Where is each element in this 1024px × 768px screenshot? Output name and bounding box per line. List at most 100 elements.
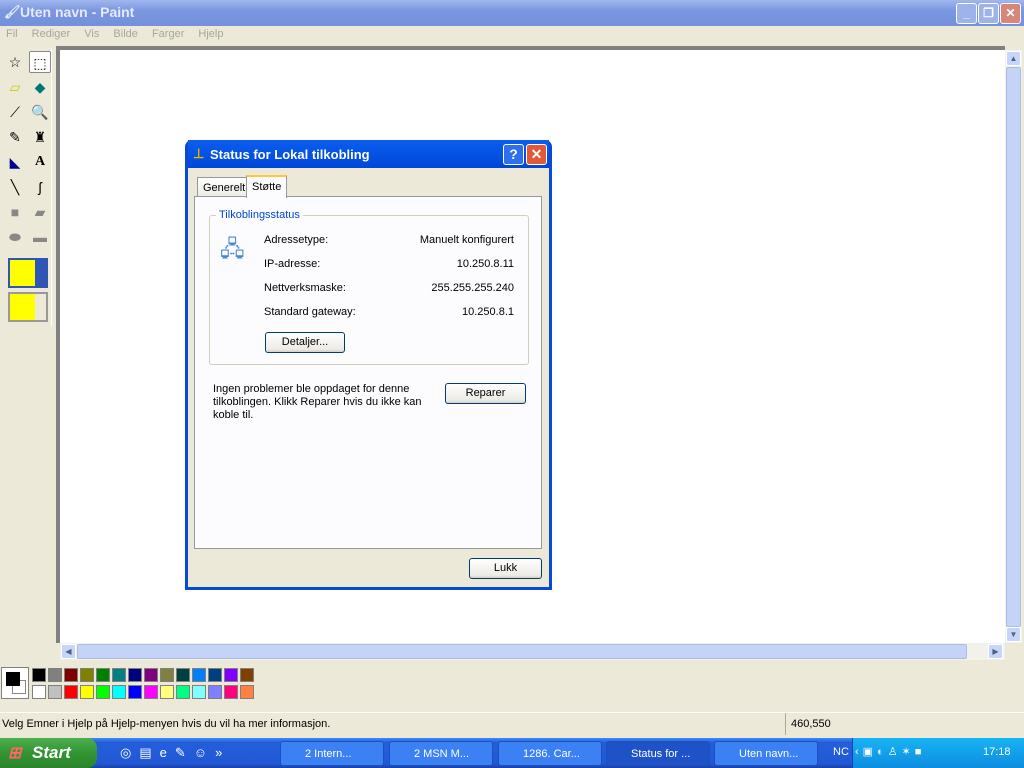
tray-nc[interactable]: NC: [833, 746, 849, 758]
task-paint[interactable]: Uten navn...: [714, 741, 818, 766]
address-type-value: Manuelt konfigurert: [419, 234, 514, 246]
gateway-label: Standard gateway:: [264, 306, 356, 318]
app-icon[interactable]: ✎: [175, 745, 194, 760]
vertical-scrollbar[interactable]: ▲ ▼: [1005, 50, 1022, 643]
status-bar: Velg Emner i Hjelp på Hjelp-menyen hvis …: [0, 712, 1024, 736]
color-swatch[interactable]: [64, 668, 78, 682]
start-button[interactable]: ⊞ Start: [0, 738, 97, 768]
quick-launch[interactable]: ◎▤e✎☺»: [120, 745, 230, 761]
color-palette: [0, 664, 260, 706]
tab-stotte[interactable]: Støtte: [246, 175, 288, 198]
details-button[interactable]: Detaljer...: [265, 332, 345, 353]
fill-icon[interactable]: ◆: [29, 76, 51, 98]
close-button[interactable]: ✕: [1000, 3, 1021, 24]
color-swatch[interactable]: [240, 668, 254, 682]
select-icon[interactable]: ⬚: [29, 51, 51, 73]
color-swatch[interactable]: [144, 685, 158, 699]
dialog-title: Status for Lokal tilkobling: [210, 147, 370, 162]
transparent-option-icon[interactable]: [8, 292, 48, 322]
color-swatch[interactable]: [128, 685, 142, 699]
support-panel: Tilkoblingsstatus 🖧 Adressetype: Manuelt…: [194, 196, 542, 549]
color-swatch[interactable]: [128, 668, 142, 682]
airbrush-icon[interactable]: ◣: [4, 151, 26, 173]
pick-color-icon[interactable]: ⟋: [4, 101, 26, 123]
color-swatch[interactable]: [224, 668, 238, 682]
close-dialog-button[interactable]: Lukk: [469, 558, 542, 579]
horizontal-scrollbar[interactable]: ◀ ▶: [60, 643, 1005, 660]
free-form-select-icon[interactable]: ☆: [4, 51, 26, 73]
color-swatch[interactable]: [240, 685, 254, 699]
color-swatch[interactable]: [80, 685, 94, 699]
color-swatch[interactable]: [96, 668, 110, 682]
tray-icons[interactable]: ‹▣◐♙✶■: [855, 745, 925, 758]
diagnosis-message: Ingen problemer ble oppdaget for denne t…: [213, 383, 422, 421]
color-swatch[interactable]: [96, 685, 110, 699]
help-button[interactable]: ?: [503, 144, 524, 165]
ellipse-icon[interactable]: ⬬: [4, 226, 26, 248]
menu-rediger[interactable]: Rediger: [32, 28, 71, 40]
minimize-button[interactable]: _: [956, 3, 977, 24]
brush-icon[interactable]: ♜: [29, 126, 51, 148]
task-car[interactable]: 1286. Car...: [498, 741, 602, 766]
polygon-icon[interactable]: ▰: [29, 201, 51, 223]
outlook-icon[interactable]: ▤: [139, 745, 159, 760]
color-swatch[interactable]: [80, 668, 94, 682]
pencil-icon[interactable]: ✎: [4, 126, 26, 148]
scroll-left-icon[interactable]: ◀: [61, 644, 76, 659]
vertical-scroll-thumb[interactable]: [1006, 67, 1021, 627]
scroll-right-icon[interactable]: ▶: [988, 644, 1003, 659]
color-swatch[interactable]: [192, 668, 206, 682]
toolbox: ☆ ⬚ ▱ ◆ ⟋ 🔍 ✎ ♜ ◣ A ╲ ʃ ■ ▰ ⬬ ▬: [2, 48, 52, 326]
tab-generelt[interactable]: Generelt: [197, 177, 252, 197]
magnifier-icon[interactable]: 🔍: [29, 101, 51, 123]
desktop-icon[interactable]: ◎: [120, 745, 139, 760]
task-msn[interactable]: 2 MSN M...: [389, 741, 493, 766]
color-swatch[interactable]: [192, 685, 206, 699]
status-dialog: ⊥ Status for Lokal tilkobling ? ✕ Genere…: [185, 140, 552, 590]
more-icon[interactable]: »: [215, 745, 230, 760]
windows-logo-icon: ⊞: [8, 745, 22, 762]
horizontal-scroll-thumb[interactable]: [77, 644, 967, 659]
color-swatch[interactable]: [224, 685, 238, 699]
color-swatch[interactable]: [176, 668, 190, 682]
msn-icon[interactable]: ☺: [194, 745, 215, 760]
menu-bilde[interactable]: Bilde: [113, 28, 137, 40]
repair-button[interactable]: Reparer: [445, 383, 526, 404]
rectangle-icon[interactable]: ■: [4, 201, 26, 223]
menu-fil[interactable]: Fil: [6, 28, 18, 40]
rounded-rectangle-icon[interactable]: ▬: [29, 226, 51, 248]
color-swatch[interactable]: [160, 668, 174, 682]
scroll-up-icon[interactable]: ▲: [1006, 51, 1021, 66]
foreground-color: [6, 672, 20, 686]
color-swatch[interactable]: [144, 668, 158, 682]
color-swatch[interactable]: [48, 685, 62, 699]
menu-hjelp[interactable]: Hjelp: [198, 28, 223, 40]
color-swatch[interactable]: [176, 685, 190, 699]
line-icon[interactable]: ╲: [4, 176, 26, 198]
color-swatch[interactable]: [112, 685, 126, 699]
subnet-mask-label: Nettverksmaske:: [264, 282, 346, 294]
color-swatch[interactable]: [208, 685, 222, 699]
menu-vis[interactable]: Vis: [84, 28, 99, 40]
paint-title-bar: 🖌 Uten navn - Paint: [0, 0, 1024, 26]
color-swatch[interactable]: [48, 668, 62, 682]
dialog-close-button[interactable]: ✕: [526, 144, 547, 165]
window-title: Uten navn - Paint: [20, 4, 135, 20]
restore-button[interactable]: ❐: [978, 3, 999, 24]
eraser-icon[interactable]: ▱: [4, 76, 26, 98]
color-swatch[interactable]: [64, 685, 78, 699]
color-swatch[interactable]: [32, 668, 46, 682]
subnet-mask-value: 255.255.255.240: [431, 282, 514, 294]
color-swatch[interactable]: [160, 685, 174, 699]
color-swatch[interactable]: [32, 685, 46, 699]
scroll-down-icon[interactable]: ▼: [1006, 627, 1021, 642]
task-internet[interactable]: 2 Intern...: [280, 741, 384, 766]
task-status[interactable]: Status for ...: [606, 741, 710, 766]
ie-icon[interactable]: e: [160, 745, 175, 760]
text-icon[interactable]: A: [29, 151, 51, 173]
curve-icon[interactable]: ʃ: [29, 176, 51, 198]
color-swatch[interactable]: [208, 668, 222, 682]
menu-farger[interactable]: Farger: [152, 28, 184, 40]
opaque-option-icon[interactable]: [8, 258, 48, 288]
color-swatch[interactable]: [112, 668, 126, 682]
